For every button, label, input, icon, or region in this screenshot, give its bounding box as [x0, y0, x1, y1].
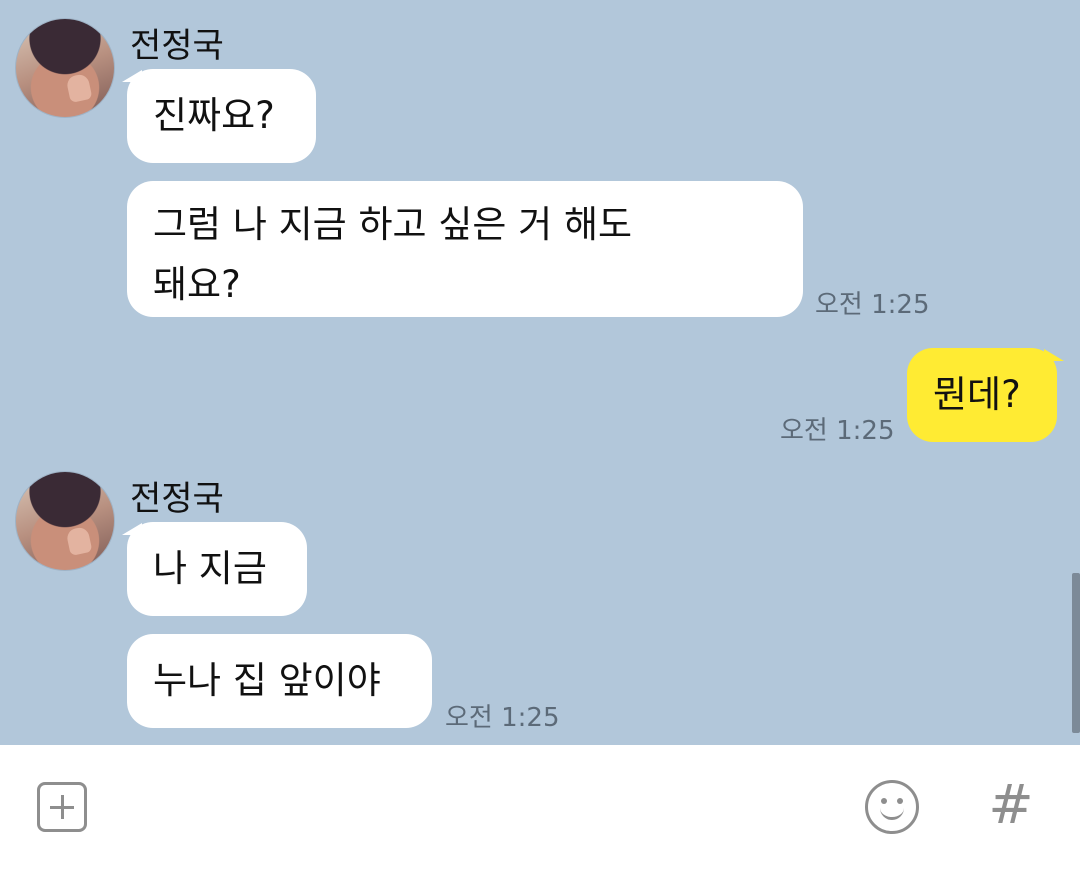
- scrollbar[interactable]: [1072, 573, 1080, 733]
- message-bubble[interactable]: 누나 집 앞이야: [127, 634, 432, 728]
- avatar[interactable]: [15, 471, 115, 571]
- hash-icon[interactable]: #: [986, 775, 1036, 835]
- timestamp: 오전 1:25: [815, 290, 930, 320]
- emoji-icon[interactable]: [865, 780, 919, 834]
- chat-area: 전정국 진짜요? 그럼 나 지금 하고 싶은 거 해도 돼요? 오전 1:25 …: [0, 0, 1080, 745]
- message-line: 그럼 나 지금 하고 싶은 거 해도: [153, 203, 633, 246]
- my-message-bubble[interactable]: 뭔데?: [907, 348, 1057, 442]
- message-bubble[interactable]: 나 지금: [127, 522, 307, 616]
- message-line: 돼요?: [153, 263, 241, 306]
- timestamp: 오전 1:25: [445, 703, 560, 733]
- plus-icon[interactable]: [37, 782, 87, 832]
- message-bubble[interactable]: 그럼 나 지금 하고 싶은 거 해도 돼요?: [127, 181, 803, 317]
- emoji-mouth: [880, 801, 904, 820]
- bubble-tail: [1044, 349, 1064, 361]
- message-bubble[interactable]: 진짜요?: [127, 69, 316, 163]
- sender-name: 전정국: [130, 479, 224, 519]
- avatar[interactable]: [15, 18, 115, 118]
- timestamp: 오전 1:25: [780, 416, 895, 446]
- sender-name: 전정국: [130, 26, 224, 66]
